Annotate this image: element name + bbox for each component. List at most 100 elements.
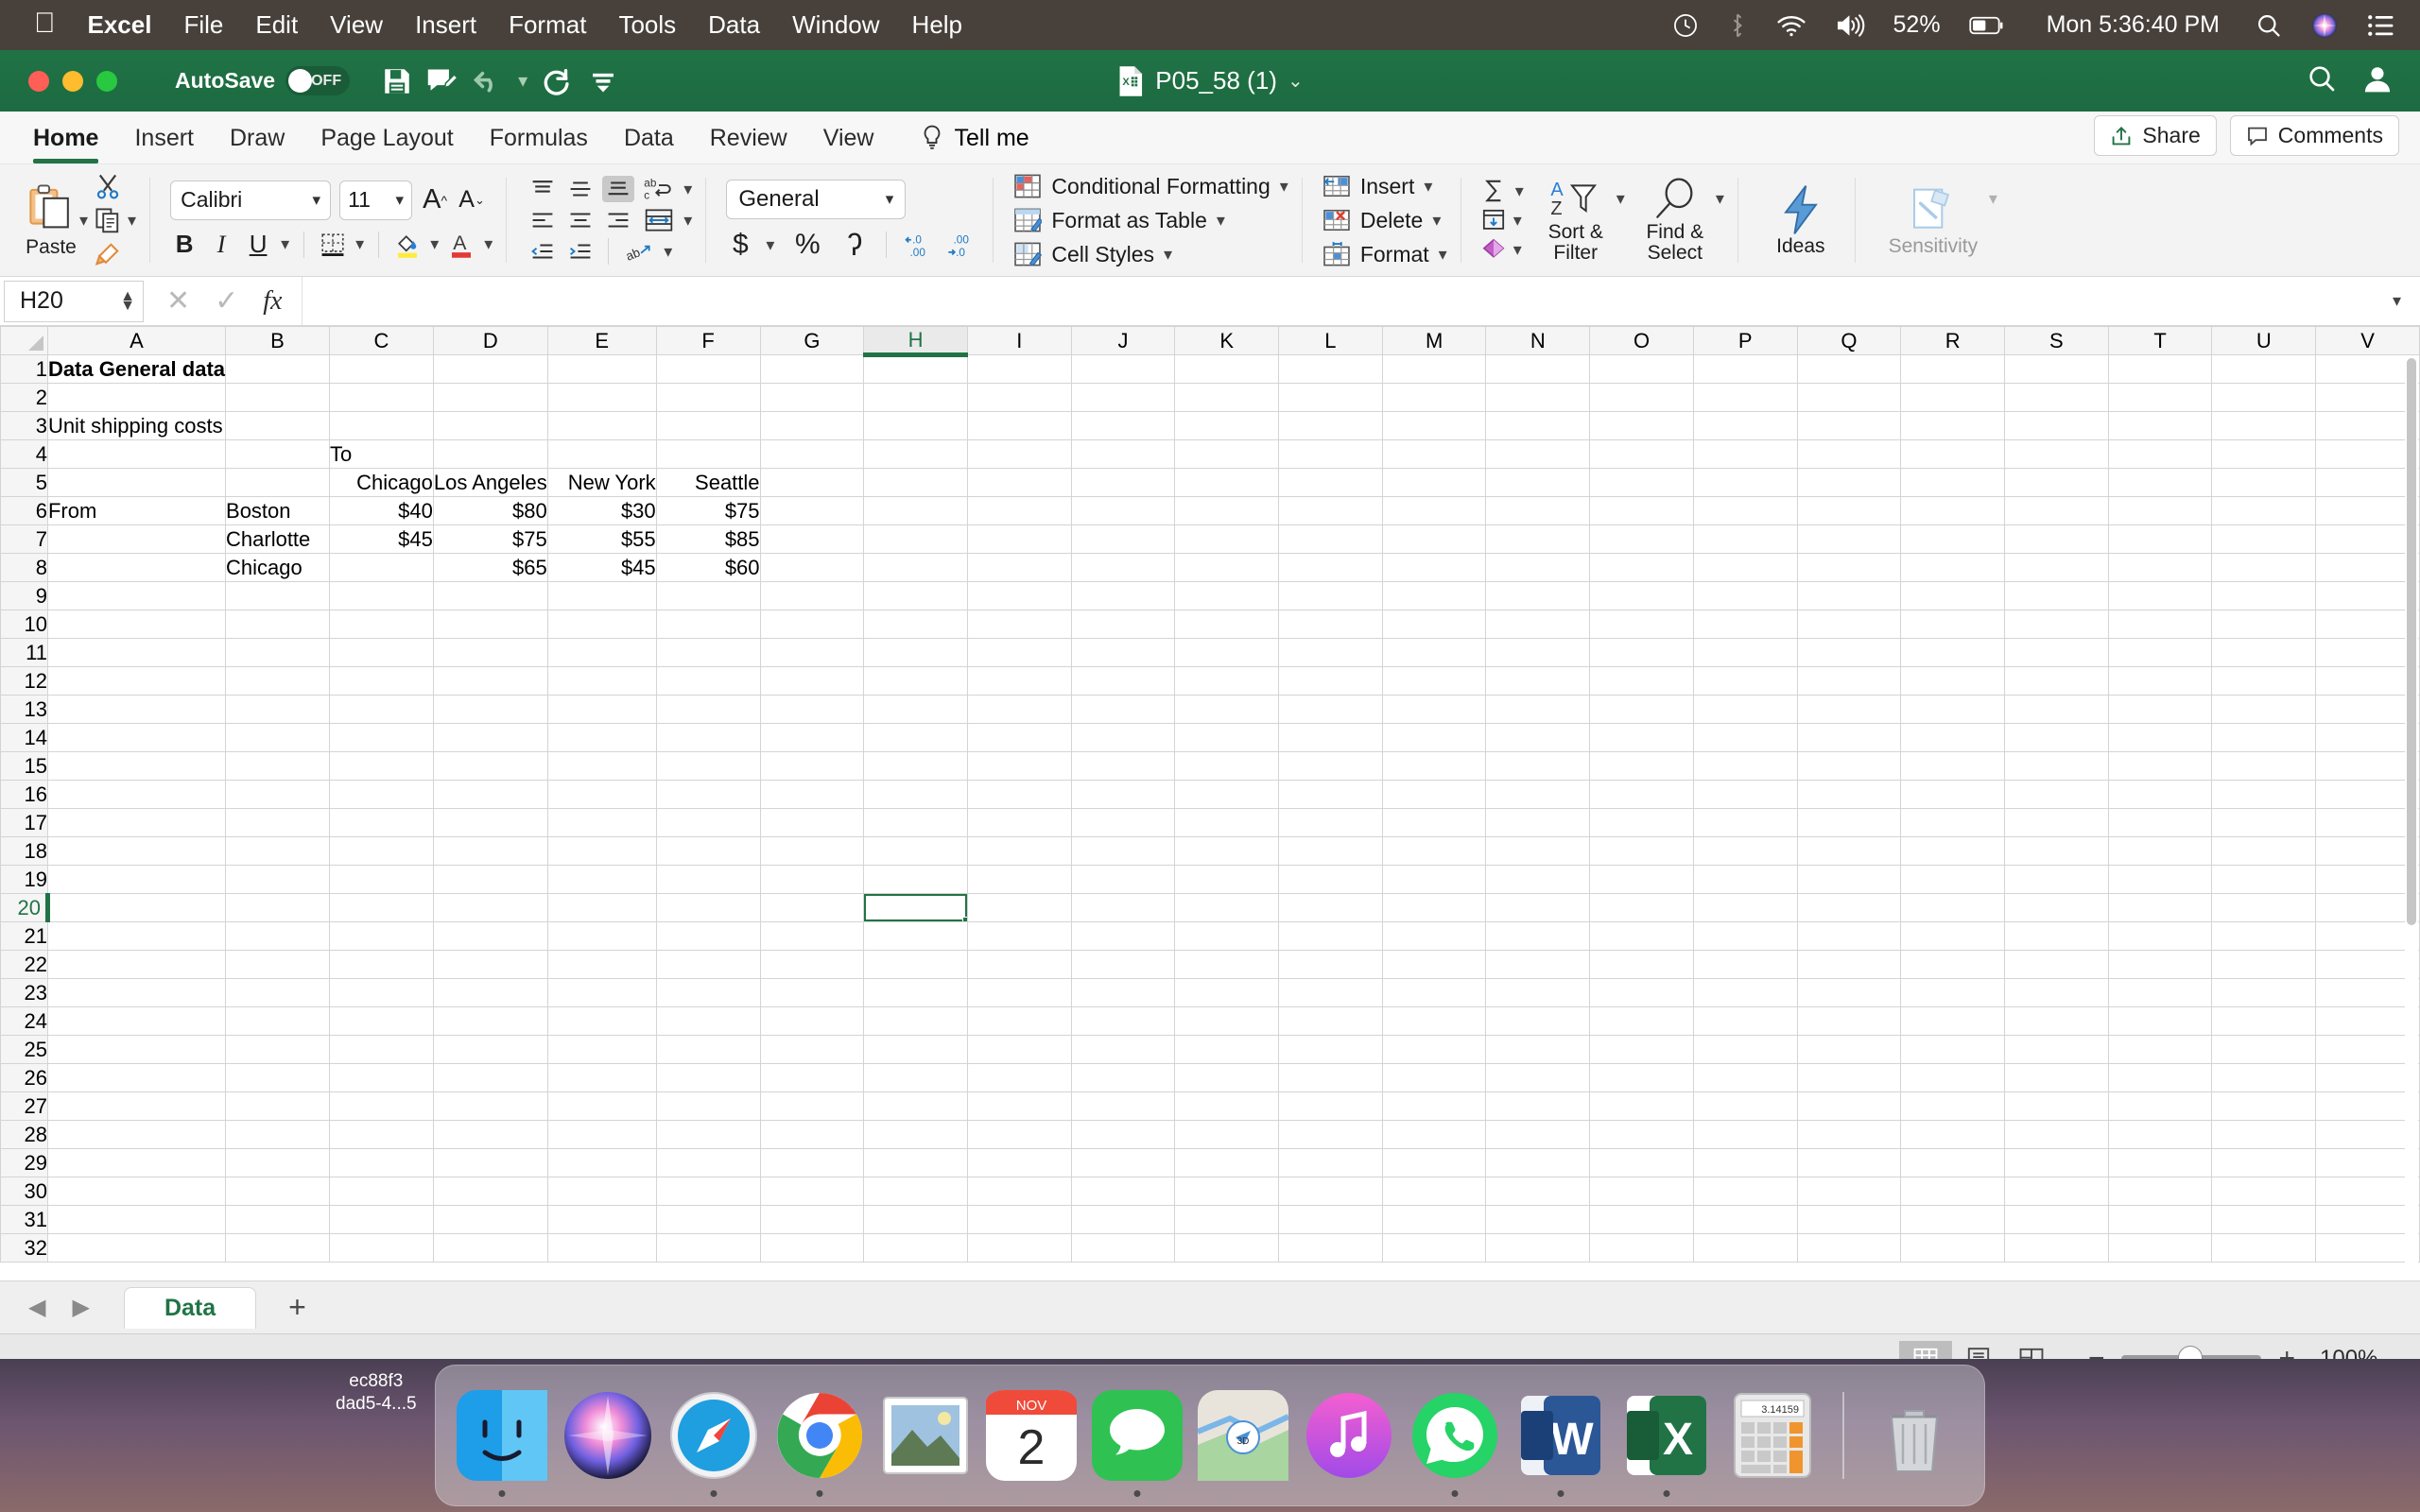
grid-cell[interactable] (2004, 496, 2109, 525)
grid-cell[interactable] (2004, 780, 2109, 809)
grid-cell[interactable] (1485, 865, 1591, 894)
grid-cell[interactable] (1381, 893, 1487, 922)
grid-cell[interactable] (546, 836, 657, 866)
grid-cell[interactable] (328, 695, 434, 724)
grid-cell[interactable] (1381, 921, 1487, 951)
row-header-28[interactable]: 28 (0, 1120, 48, 1149)
grid-cell[interactable]: $75 (655, 496, 761, 525)
grid-cell[interactable] (966, 1091, 1072, 1121)
grid-cell[interactable] (225, 780, 330, 809)
grid-cell[interactable] (1796, 695, 1902, 724)
grid-cell[interactable] (46, 865, 227, 894)
dock-item-photos[interactable] (876, 1386, 975, 1485)
grid-cell[interactable] (655, 666, 761, 696)
decrease-font-size-icon[interactable]: A ⌄ (458, 184, 486, 216)
dock-item-messages[interactable] (1088, 1386, 1186, 1497)
grid-cell[interactable] (1796, 921, 1902, 951)
new-comment-icon[interactable] (420, 59, 465, 104)
grid-cell[interactable] (1070, 978, 1176, 1007)
grid-cell[interactable] (328, 1091, 434, 1121)
grid-cell[interactable] (759, 1063, 865, 1092)
cut-button[interactable] (94, 170, 136, 202)
grid-cell[interactable] (1485, 1063, 1591, 1092)
grid-cell[interactable]: Seattle (655, 468, 761, 497)
grid-cell[interactable] (966, 950, 1072, 979)
grid-cell[interactable] (2211, 354, 2317, 384)
grid-cell[interactable] (1381, 1063, 1487, 1092)
grid-cell[interactable] (2004, 1205, 2109, 1234)
grid-cell[interactable] (1070, 723, 1176, 752)
grid-cell[interactable] (1589, 865, 1694, 894)
copy-button[interactable]: ▾ (94, 204, 136, 236)
grid-cell[interactable] (1070, 1205, 1176, 1234)
menu-item-data[interactable]: Data (708, 10, 760, 40)
sort-filter-button[interactable]: A Z Sort & Filter (1535, 177, 1616, 264)
grid-cell[interactable] (1278, 751, 1383, 781)
grid-cell[interactable] (655, 950, 761, 979)
grid-cell[interactable] (225, 468, 330, 497)
grid-cell[interactable]: $30 (546, 496, 657, 525)
grid-cell[interactable] (1381, 468, 1487, 497)
grid-cell[interactable] (2004, 723, 2109, 752)
grid-cell[interactable] (759, 808, 865, 837)
grid-cell[interactable] (328, 411, 434, 440)
search-icon[interactable] (2307, 63, 2337, 98)
grid-cell[interactable] (432, 950, 548, 979)
grid-cell[interactable] (655, 836, 761, 866)
column-header-o[interactable]: O (1589, 326, 1694, 355)
grid-cell[interactable] (1589, 921, 1694, 951)
grid-cell[interactable] (432, 1120, 548, 1149)
grid-cell[interactable] (46, 439, 227, 469)
grid-cell[interactable] (863, 610, 968, 639)
menu-item-window[interactable]: Window (792, 10, 879, 40)
grid-cell[interactable] (655, 354, 761, 384)
grid-cell[interactable] (2211, 865, 2317, 894)
grid-cell[interactable] (1381, 553, 1487, 582)
clear-dropdown-caret[interactable]: ▾ (1513, 240, 1522, 260)
grid-cell[interactable] (2211, 1006, 2317, 1036)
grid-cell[interactable] (432, 1035, 548, 1064)
grid-cell[interactable] (966, 1148, 1072, 1177)
chevron-down-icon[interactable]: ▾ (1424, 177, 1432, 197)
grid-cell[interactable] (966, 921, 1072, 951)
grid-cell[interactable] (966, 383, 1072, 412)
grid-cell[interactable] (759, 1120, 865, 1149)
grid-cell[interactable] (2107, 1177, 2213, 1206)
grid-cell[interactable] (546, 439, 657, 469)
grid-cell[interactable] (1070, 1148, 1176, 1177)
grid-cell[interactable] (759, 1035, 865, 1064)
grid-cell[interactable] (863, 978, 968, 1007)
grid-cell[interactable] (1381, 1120, 1487, 1149)
grid-cell[interactable] (1692, 411, 1798, 440)
grid-cell[interactable] (966, 978, 1072, 1007)
grid-cell[interactable] (863, 1063, 968, 1092)
grid-cell[interactable] (966, 695, 1072, 724)
paste-button[interactable]: Paste (17, 181, 85, 259)
grid-cell[interactable] (655, 893, 761, 922)
grid-cell[interactable] (225, 723, 330, 752)
font-size-select[interactable]: 11 ▾ (339, 180, 413, 220)
vertical-scrollbar[interactable] (2405, 358, 2418, 1275)
decrease-indent-icon[interactable] (527, 238, 559, 265)
grid-cell[interactable] (1692, 1035, 1798, 1064)
grid-cell[interactable] (1381, 1091, 1487, 1121)
column-header-p[interactable]: P (1692, 326, 1798, 355)
grid-cell[interactable] (1278, 468, 1383, 497)
grid-cell[interactable] (655, 1205, 761, 1234)
grid-cell[interactable] (432, 1091, 548, 1121)
increase-font-size-icon[interactable]: A ^ (421, 184, 449, 216)
grid-cell[interactable] (1381, 524, 1487, 554)
grid-cell[interactable] (1485, 780, 1591, 809)
grid-cell[interactable] (46, 383, 227, 412)
row-header-2[interactable]: 2 (0, 383, 48, 412)
grid-cell[interactable] (46, 1063, 227, 1092)
grid-cell[interactable] (863, 950, 968, 979)
align-bottom-icon[interactable] (602, 176, 635, 202)
grid-cell[interactable]: From (46, 496, 227, 525)
grid-cell[interactable] (2004, 524, 2109, 554)
grid-cell[interactable] (328, 808, 434, 837)
grid-cell[interactable] (1589, 553, 1694, 582)
grid-cell[interactable] (1174, 468, 1280, 497)
grid-cell[interactable] (2107, 808, 2213, 837)
grid-cell[interactable] (225, 1205, 330, 1234)
